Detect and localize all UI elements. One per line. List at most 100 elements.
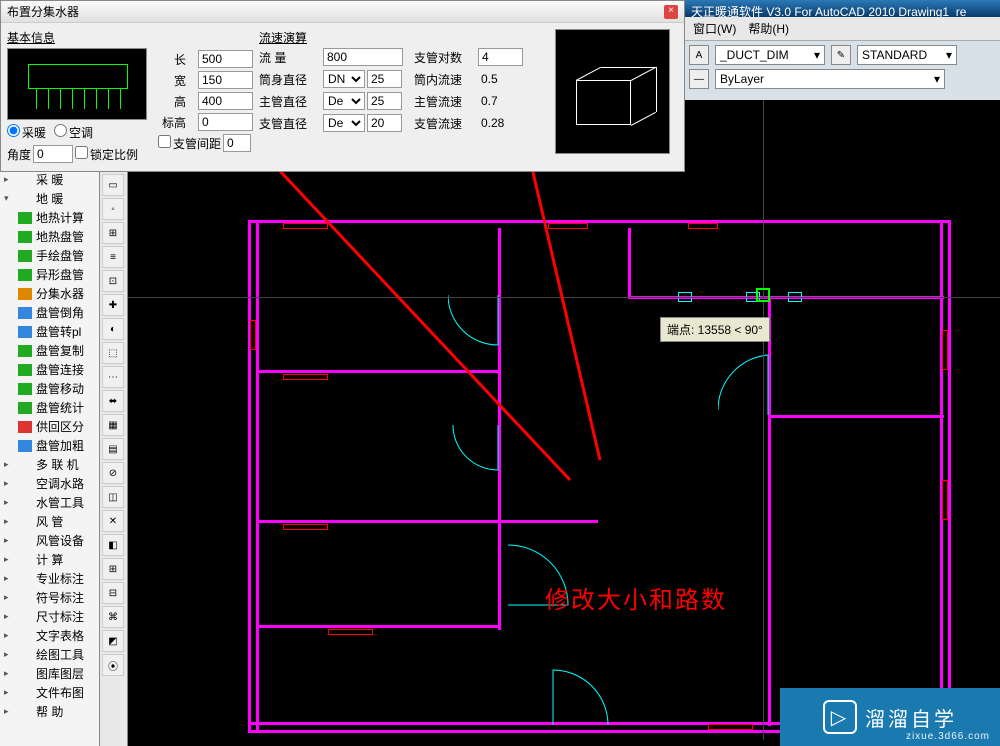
length-input[interactable] bbox=[198, 50, 253, 68]
width-input[interactable] bbox=[198, 71, 253, 89]
annotation-text: 修改大小和路数 bbox=[545, 580, 727, 615]
tool-btn[interactable]: ⦿ bbox=[102, 654, 124, 676]
branch-spacing-input[interactable] bbox=[223, 134, 251, 152]
tree-item[interactable]: ▾地 暖 bbox=[0, 189, 99, 208]
basic-info-panel: 基本信息 采暖 空调 角度 锁定比例 bbox=[7, 29, 152, 165]
tool-btn[interactable]: ⬚ bbox=[102, 342, 124, 364]
tool-btn[interactable]: ✚ bbox=[102, 294, 124, 316]
tree-item[interactable]: 盘管连接 bbox=[0, 360, 99, 379]
snap-tooltip: 端点: 13558 < 90° bbox=[660, 317, 770, 342]
tree-item[interactable]: 盘管加粗 bbox=[0, 436, 99, 455]
tool-btn[interactable]: ⋯ bbox=[102, 366, 124, 388]
tree-item[interactable]: 盘管统计 bbox=[0, 398, 99, 417]
body-dia-input[interactable] bbox=[367, 70, 402, 88]
tree-item[interactable]: ▸多 联 机 bbox=[0, 455, 99, 474]
tree-item[interactable]: ▸绘图工具 bbox=[0, 645, 99, 664]
menu-window[interactable]: 窗口(W) bbox=[693, 20, 736, 37]
tree-item[interactable]: 盘管移动 bbox=[0, 379, 99, 398]
branch-dia-input[interactable] bbox=[367, 114, 402, 132]
tool-btn[interactable]: ⊟ bbox=[102, 582, 124, 604]
branch-count-input[interactable] bbox=[478, 48, 523, 66]
app-title: 天正暖通软件 V3.0 For AutoCAD 2010 Drawing1_re bbox=[685, 0, 1000, 17]
tree-item[interactable]: ▸计 算 bbox=[0, 550, 99, 569]
tree-item[interactable]: ▸图库图层 bbox=[0, 664, 99, 683]
linetype-combo[interactable]: ByLayer▾ bbox=[715, 69, 945, 89]
radio-heating[interactable]: 采暖 bbox=[7, 124, 46, 141]
tool-btn[interactable]: ≡ bbox=[102, 246, 124, 268]
tool-btn[interactable]: ◐ bbox=[102, 318, 124, 340]
dialog-titlebar[interactable]: 布置分集水器 × bbox=[1, 1, 684, 23]
flow-rate-input[interactable] bbox=[323, 48, 403, 66]
linetype-icon[interactable]: — bbox=[689, 69, 709, 89]
basic-info-label: 基本信息 bbox=[7, 29, 152, 46]
tree-item[interactable]: 异形盘管 bbox=[0, 265, 99, 284]
lock-ratio-check[interactable]: 锁定比例 bbox=[75, 146, 138, 163]
menu-help[interactable]: 帮助(H) bbox=[748, 20, 789, 37]
body-dia-unit[interactable]: DN bbox=[323, 70, 365, 88]
tool-btn[interactable]: ✕ bbox=[102, 510, 124, 532]
height-label: 高 bbox=[158, 93, 186, 110]
tree-item[interactable]: 分集水器 bbox=[0, 284, 99, 303]
tree-item[interactable]: 盘管倒角 bbox=[0, 303, 99, 322]
branch-dia-label: 支管直径 bbox=[259, 115, 317, 132]
height-input[interactable] bbox=[198, 92, 253, 110]
flow-calc-panel: 流速演算 流 量 支管对数 筒身直径 DN 筒内流速 主管直径 De 主管流速 … bbox=[259, 29, 549, 165]
branch-dia-unit[interactable]: De bbox=[323, 114, 365, 132]
branch-spacing-check[interactable]: 支管间距 bbox=[158, 135, 221, 152]
main-dia-unit[interactable]: De bbox=[323, 92, 365, 110]
dim-style-icon[interactable]: A bbox=[689, 45, 709, 65]
tool-btn[interactable]: ⬌ bbox=[102, 390, 124, 412]
text-style-icon[interactable]: ✎ bbox=[831, 45, 851, 65]
tool-btn[interactable]: ⊘ bbox=[102, 462, 124, 484]
body-dia-label: 筒身直径 bbox=[259, 71, 317, 88]
tree-item[interactable]: ▸尺寸标注 bbox=[0, 607, 99, 626]
app-titlebar: 天正暖通软件 V3.0 For AutoCAD 2010 Drawing1_re… bbox=[685, 0, 1000, 40]
command-tree: ▸采 暖▾地 暖地热计算地热盘管手绘盘管异形盘管分集水器盘管倒角盘管转pl盘管复… bbox=[0, 170, 100, 746]
dim-style-combo[interactable]: _DUCT_DIM▾ bbox=[715, 45, 825, 65]
tree-item[interactable]: ▸采 暖 bbox=[0, 170, 99, 189]
tool-btn[interactable]: ⌘ bbox=[102, 606, 124, 628]
tool-btn[interactable]: ▭ bbox=[102, 174, 124, 196]
angle-label: 角度 bbox=[7, 146, 31, 163]
dimensions-panel: 长 宽 高 标高 支管间距 bbox=[158, 29, 253, 165]
main-vel-value bbox=[478, 92, 528, 110]
branch-vel-label: 支管流速 bbox=[414, 115, 472, 132]
body-vel-value bbox=[478, 70, 528, 88]
tree-item[interactable]: ▸符号标注 bbox=[0, 588, 99, 607]
main-dia-input[interactable] bbox=[367, 92, 402, 110]
tree-item[interactable]: ▸风 管 bbox=[0, 512, 99, 531]
close-icon[interactable]: × bbox=[664, 5, 678, 19]
tool-btn[interactable]: ⊞ bbox=[102, 222, 124, 244]
tree-item[interactable]: 地热计算 bbox=[0, 208, 99, 227]
tree-item[interactable]: ▸空调水路 bbox=[0, 474, 99, 493]
tool-btn[interactable]: ◧ bbox=[102, 534, 124, 556]
watermark-text: 溜溜自学 bbox=[865, 703, 957, 732]
tree-item[interactable]: ▸文字表格 bbox=[0, 626, 99, 645]
tree-item[interactable]: ▸专业标注 bbox=[0, 569, 99, 588]
tree-item[interactable]: ▸帮 助 bbox=[0, 702, 99, 721]
dialog-title-text: 布置分集水器 bbox=[7, 3, 79, 20]
angle-input[interactable] bbox=[33, 145, 73, 163]
tree-item[interactable]: 地热盘管 bbox=[0, 227, 99, 246]
style-toolbar: A _DUCT_DIM▾ ✎ STANDARD▾ — ByLayer▾ bbox=[685, 40, 1000, 100]
tool-btn[interactable]: ◫ bbox=[102, 486, 124, 508]
tool-btn[interactable]: ▤ bbox=[102, 438, 124, 460]
tree-item[interactable]: ▸风管设备 bbox=[0, 531, 99, 550]
tool-btn[interactable]: ▦ bbox=[102, 414, 124, 436]
tool-btn[interactable]: ◦ bbox=[102, 198, 124, 220]
tool-btn[interactable]: ⊞ bbox=[102, 558, 124, 580]
tree-item[interactable]: 供回区分 bbox=[0, 417, 99, 436]
tree-item[interactable]: ▸水管工具 bbox=[0, 493, 99, 512]
text-style-combo[interactable]: STANDARD▾ bbox=[857, 45, 957, 65]
radio-ac[interactable]: 空调 bbox=[54, 124, 93, 141]
tree-item[interactable]: 手绘盘管 bbox=[0, 246, 99, 265]
tree-item[interactable]: 盘管转pl bbox=[0, 322, 99, 341]
tool-palette: ▭ ◦ ⊞ ≡ ⊡ ✚ ◐ ⬚ ⋯ ⬌ ▦ ▤ ⊘ ◫ ✕ ◧ ⊞ ⊟ ⌘ ◩ … bbox=[100, 170, 128, 746]
branch-count-label: 支管对数 bbox=[414, 49, 472, 66]
drawing-canvas[interactable] bbox=[128, 100, 1000, 746]
tool-btn[interactable]: ⊡ bbox=[102, 270, 124, 292]
elevation-input[interactable] bbox=[198, 113, 253, 131]
tree-item[interactable]: 盘管复制 bbox=[0, 341, 99, 360]
tree-item[interactable]: ▸文件布图 bbox=[0, 683, 99, 702]
tool-btn[interactable]: ◩ bbox=[102, 630, 124, 652]
